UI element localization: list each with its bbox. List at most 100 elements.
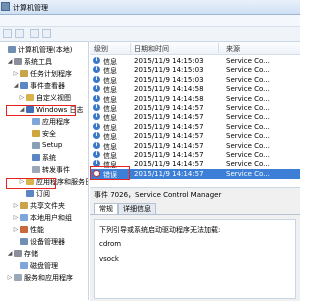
column-level[interactable]: 级别 bbox=[94, 44, 108, 54]
tree-node-icon bbox=[20, 214, 28, 221]
info-icon: i bbox=[93, 94, 100, 102]
tree-node-icon bbox=[14, 58, 22, 65]
expand-arrow-icon[interactable]: ▷ bbox=[13, 214, 19, 221]
toolbar bbox=[0, 27, 300, 42]
event-source: Service Co... bbox=[226, 66, 270, 75]
event-description: 下列引导或系统启动驱动程序无法加载: cdrom vsock bbox=[94, 219, 296, 299]
tree-node-icon bbox=[20, 82, 28, 89]
tree-node-icon bbox=[32, 166, 40, 173]
tree-node-icon bbox=[14, 250, 22, 257]
info-icon: i bbox=[93, 75, 100, 83]
event-source: Service Co... bbox=[226, 104, 270, 112]
event-datetime: 2015/11/9 14:14:57 bbox=[134, 104, 204, 112]
tree-item[interactable]: Setup bbox=[0, 140, 88, 151]
event-source: Service Co... bbox=[226, 151, 270, 159]
up-button[interactable] bbox=[30, 29, 39, 38]
tree-node-icon bbox=[14, 274, 22, 281]
expand-arrow-icon bbox=[13, 262, 19, 269]
tree-item[interactable]: ▷ 任务计划程序 bbox=[0, 68, 88, 79]
tree-item[interactable]: 安全 bbox=[0, 128, 88, 139]
tree-item[interactable]: 设备管理器 bbox=[0, 236, 88, 247]
show-hide-tree-button[interactable] bbox=[42, 29, 51, 38]
tree-item-label: 系统工具 bbox=[24, 58, 52, 66]
event-datetime: 2015/11/9 14:14:57 bbox=[134, 132, 204, 141]
info-icon: i bbox=[93, 122, 100, 130]
info-icon: i bbox=[93, 113, 100, 121]
tree-item-label: 性能 bbox=[30, 226, 44, 234]
event-source: Service Co... bbox=[226, 75, 270, 84]
tree-item[interactable]: ▷ 本地用户和组 bbox=[0, 212, 88, 223]
column-source[interactable]: 来源 bbox=[226, 44, 240, 54]
event-datetime: 2015/11/9 14:14:57 bbox=[134, 169, 204, 178]
tree-item-label: 事件查看器 bbox=[30, 82, 65, 90]
tree-node-icon bbox=[32, 118, 40, 125]
tree-item-label: 存储 bbox=[24, 250, 38, 258]
tree-item[interactable]: ◢ 存储 bbox=[0, 248, 88, 259]
tree-item[interactable]: ▷ 性能 bbox=[0, 224, 88, 235]
event-datetime: 2015/11/9 14:14:57 bbox=[134, 113, 204, 122]
expand-arrow-icon bbox=[25, 166, 31, 173]
expand-arrow-icon bbox=[25, 118, 31, 125]
info-icon: i bbox=[93, 132, 100, 140]
window-title: 计算机管理 bbox=[13, 4, 48, 12]
tree-item[interactable]: 计算机管理(本地) bbox=[0, 44, 88, 55]
event-datetime: 2015/11/9 14:15:03 bbox=[134, 75, 204, 84]
expand-arrow-icon[interactable]: ▷ bbox=[7, 274, 13, 281]
tree-item[interactable]: 应用程序 bbox=[0, 116, 88, 127]
event-detail-title: 事件 7026，Service Control Manager bbox=[94, 191, 222, 199]
info-icon: i bbox=[93, 57, 100, 64]
tree-item[interactable]: ▷ 自定义视图 bbox=[0, 92, 88, 103]
tree-item[interactable]: 系统 bbox=[0, 152, 88, 163]
info-icon: i bbox=[93, 151, 100, 158]
tree-item[interactable]: ▷ 服务和应用程序 bbox=[0, 272, 88, 283]
tree-item-label: 安全 bbox=[42, 130, 56, 138]
error-highlight-box bbox=[90, 166, 130, 180]
event-source: Service Co... bbox=[226, 94, 270, 103]
tree-node-icon bbox=[20, 226, 28, 233]
tree-item[interactable]: ▷ 共享文件夹 bbox=[0, 200, 88, 211]
event-source: Service Co... bbox=[226, 57, 270, 65]
tree-item-label: 本地用户和组 bbox=[30, 214, 72, 222]
tree-item[interactable]: 转发事件 bbox=[0, 164, 88, 175]
event-datetime: 2015/11/9 14:15:03 bbox=[134, 57, 204, 65]
expand-arrow-icon bbox=[25, 154, 31, 161]
tree-item-label: 应用程序 bbox=[42, 118, 70, 126]
computer-management-icon bbox=[1, 2, 10, 11]
event-list-header: 级别 日期和时间 来源 bbox=[90, 42, 300, 55]
expand-arrow-icon[interactable]: ▷ bbox=[13, 202, 19, 209]
event-source: Service Co... bbox=[226, 132, 270, 141]
event-datetime: 2015/11/9 14:14:57 bbox=[134, 160, 204, 169]
tab-general[interactable]: 常规 bbox=[94, 203, 118, 214]
tree-item[interactable]: 磁盘管理 bbox=[0, 260, 88, 271]
tree-item-label: Setup bbox=[42, 141, 63, 149]
tree-highlight-box bbox=[6, 178, 56, 189]
back-button[interactable] bbox=[3, 29, 12, 38]
collapse-arrow-icon[interactable]: ◢ bbox=[13, 82, 19, 89]
column-datetime[interactable]: 日期和时间 bbox=[134, 44, 169, 54]
tree-node-icon bbox=[20, 238, 28, 245]
description-line: 下列引导或系统启动驱动程序无法加载: bbox=[99, 226, 221, 234]
event-source: Service Co... bbox=[226, 160, 270, 169]
event-source: Service Co... bbox=[226, 122, 270, 131]
tree-node-icon bbox=[32, 154, 40, 161]
expand-arrow-icon[interactable]: ▷ bbox=[13, 226, 19, 233]
event-datetime: 2015/11/9 14:14:57 bbox=[134, 151, 204, 159]
collapse-arrow-icon[interactable]: ◢ bbox=[7, 250, 13, 257]
event-datetime: 2015/11/9 14:15:03 bbox=[134, 66, 204, 75]
event-source: Service Co... bbox=[226, 169, 270, 178]
tree-item[interactable]: ◢ 事件查看器 bbox=[0, 80, 88, 91]
expand-arrow-icon[interactable]: ▷ bbox=[19, 94, 25, 101]
tab-details[interactable]: 详细信息 bbox=[118, 203, 156, 214]
tree-item-label: 自定义视图 bbox=[36, 94, 71, 102]
tree-item-label: 转发事件 bbox=[42, 166, 70, 174]
expand-arrow-icon[interactable]: ▷ bbox=[13, 70, 19, 77]
tree-item-label: 磁盘管理 bbox=[30, 262, 58, 270]
tree-node-icon bbox=[32, 142, 40, 149]
title-bar: 计算机管理 bbox=[0, 0, 300, 15]
tree-item-label: 订阅 bbox=[36, 190, 50, 198]
tree-item[interactable]: 订阅 bbox=[0, 188, 88, 199]
forward-button[interactable] bbox=[15, 29, 24, 38]
event-datetime: 2015/11/9 14:14:58 bbox=[134, 85, 204, 94]
tree-item[interactable]: ◢ 系统工具 bbox=[0, 56, 88, 67]
collapse-arrow-icon[interactable]: ◢ bbox=[7, 58, 13, 65]
